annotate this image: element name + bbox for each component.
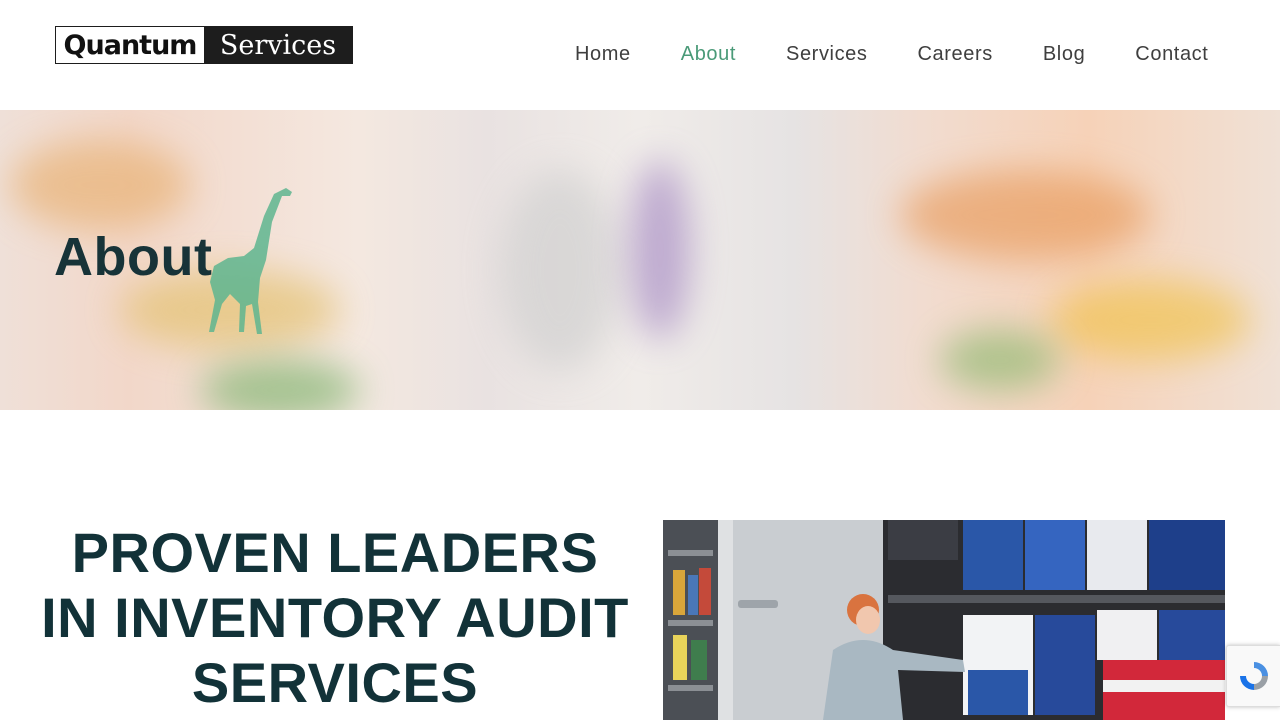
logo-services-text: Services (204, 27, 352, 63)
hero-blur-shape (900, 170, 1150, 260)
site-header: Quantum Services Home About Services Car… (0, 0, 1280, 110)
hero-blur-shape (500, 170, 620, 370)
nav-blog[interactable]: Blog (1043, 43, 1085, 66)
hero-blur-shape (940, 330, 1060, 390)
page-title: About (54, 227, 213, 287)
giraffe-icon (209, 188, 292, 334)
hero-blur-shape (1050, 280, 1250, 360)
nav-contact[interactable]: Contact (1135, 43, 1208, 66)
recaptcha-badge[interactable] (1226, 645, 1280, 707)
nav-services[interactable]: Services (786, 43, 868, 66)
main-headline: PROVEN LEADERS IN INVENTORY AUDIT SERVIC… (41, 521, 629, 714)
hero-banner: About (0, 110, 1280, 410)
nav-careers[interactable]: Careers (918, 43, 993, 66)
hero-blur-shape (630, 160, 690, 340)
photo-illustration (663, 520, 1225, 720)
hero-blur-shape (200, 360, 360, 410)
site-logo[interactable]: Quantum Services (55, 26, 353, 64)
nav-home[interactable]: Home (575, 43, 631, 66)
logo-quantum-text: Quantum (56, 27, 204, 63)
main-nav: Home About Services Careers Blog Contact (575, 43, 1208, 66)
nav-about[interactable]: About (681, 43, 736, 66)
hero-blur-shape (10, 140, 190, 230)
recaptcha-icon (1239, 662, 1268, 690)
audit-worker-photo (663, 520, 1225, 720)
